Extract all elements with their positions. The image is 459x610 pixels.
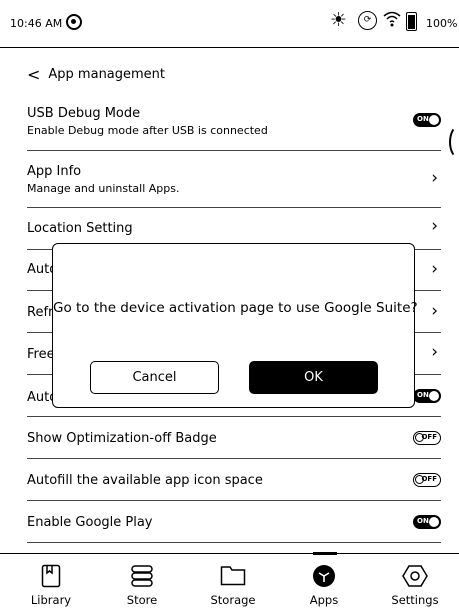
store-icon bbox=[130, 564, 154, 592]
tab-store-label: Store bbox=[126, 593, 158, 607]
location-setting-label: Location Setting bbox=[27, 221, 133, 236]
page-header: < App management bbox=[27, 64, 165, 84]
status-time: 10:46 AM bbox=[10, 17, 63, 30]
apps-cube-icon bbox=[312, 564, 336, 592]
settings-row-5-label: Refr bbox=[27, 305, 54, 320]
app-info-row[interactable]: App Info Manage and uninstall Apps. › bbox=[27, 151, 441, 208]
page-title: App management bbox=[48, 66, 166, 82]
tab-storage-label: Storage bbox=[210, 593, 256, 607]
folder-icon bbox=[220, 564, 246, 590]
frontlight-sun-icon[interactable]: ☀ bbox=[330, 11, 347, 30]
chevron-right-icon: › bbox=[431, 342, 438, 362]
side-drawer-handle-icon[interactable] bbox=[449, 125, 459, 159]
book-icon bbox=[41, 564, 61, 592]
back-chevron-icon[interactable]: < bbox=[27, 65, 40, 84]
tab-settings-label: Settings bbox=[391, 593, 439, 607]
google-play-label: Enable Google Play bbox=[27, 515, 153, 530]
tab-store[interactable]: Store bbox=[107, 554, 177, 610]
status-bar: 10:46 AM ☀ ⟳ 100% bbox=[0, 0, 459, 48]
google-play-toggle[interactable]: ON bbox=[413, 515, 441, 529]
autofill-label: Autofill the available app icon space bbox=[27, 473, 263, 488]
ok-button[interactable]: OK bbox=[249, 361, 378, 394]
app-badge-icon bbox=[66, 14, 82, 30]
chevron-right-icon: › bbox=[431, 301, 438, 321]
chevron-right-icon: › bbox=[431, 216, 438, 236]
tab-apps-label: Apps bbox=[309, 593, 339, 607]
tab-library[interactable]: Library bbox=[16, 554, 86, 610]
autofill-row[interactable]: Autofill the available app icon space OF… bbox=[27, 459, 441, 501]
tab-library-label: Library bbox=[30, 593, 72, 607]
tab-apps[interactable]: Apps bbox=[289, 552, 359, 610]
battery-percentage: 100% bbox=[426, 17, 458, 30]
app-info-description: Manage and uninstall Apps. bbox=[27, 182, 180, 195]
wifi-icon[interactable] bbox=[383, 11, 401, 31]
usb-debug-row[interactable]: USB Debug Mode Enable Debug mode after U… bbox=[27, 104, 441, 151]
dialog-message: Go to the device activation page to use … bbox=[53, 300, 418, 316]
usb-debug-description: Enable Debug mode after USB is connected bbox=[27, 124, 268, 137]
gear-icon bbox=[402, 564, 428, 592]
google-play-row[interactable]: Enable Google Play ON bbox=[27, 501, 441, 543]
battery-icon bbox=[406, 12, 417, 31]
chevron-right-icon: › bbox=[431, 259, 438, 279]
tab-settings[interactable]: Settings bbox=[380, 554, 450, 610]
usb-debug-toggle[interactable]: ON bbox=[413, 113, 441, 127]
settings-row-7-toggle[interactable]: ON bbox=[413, 389, 441, 403]
cancel-button[interactable]: Cancel bbox=[90, 361, 219, 394]
google-suite-activation-dialog: Go to the device activation page to use … bbox=[52, 243, 418, 408]
autofill-toggle[interactable]: OFF bbox=[413, 473, 441, 487]
tab-storage[interactable]: Storage bbox=[198, 554, 268, 610]
chevron-right-icon: › bbox=[431, 168, 438, 188]
optimization-badge-label: Show Optimization-off Badge bbox=[27, 431, 217, 446]
optimization-badge-toggle[interactable]: OFF bbox=[413, 431, 441, 445]
refresh-icon[interactable]: ⟳ bbox=[358, 11, 377, 30]
bottom-tab-bar: Library Store Storage Apps Settings bbox=[0, 552, 459, 610]
optimization-badge-row[interactable]: Show Optimization-off Badge OFF bbox=[27, 417, 441, 459]
usb-debug-label: USB Debug Mode bbox=[27, 106, 141, 121]
app-info-label: App Info bbox=[27, 164, 82, 179]
settings-row-6-label: Free bbox=[27, 347, 55, 362]
